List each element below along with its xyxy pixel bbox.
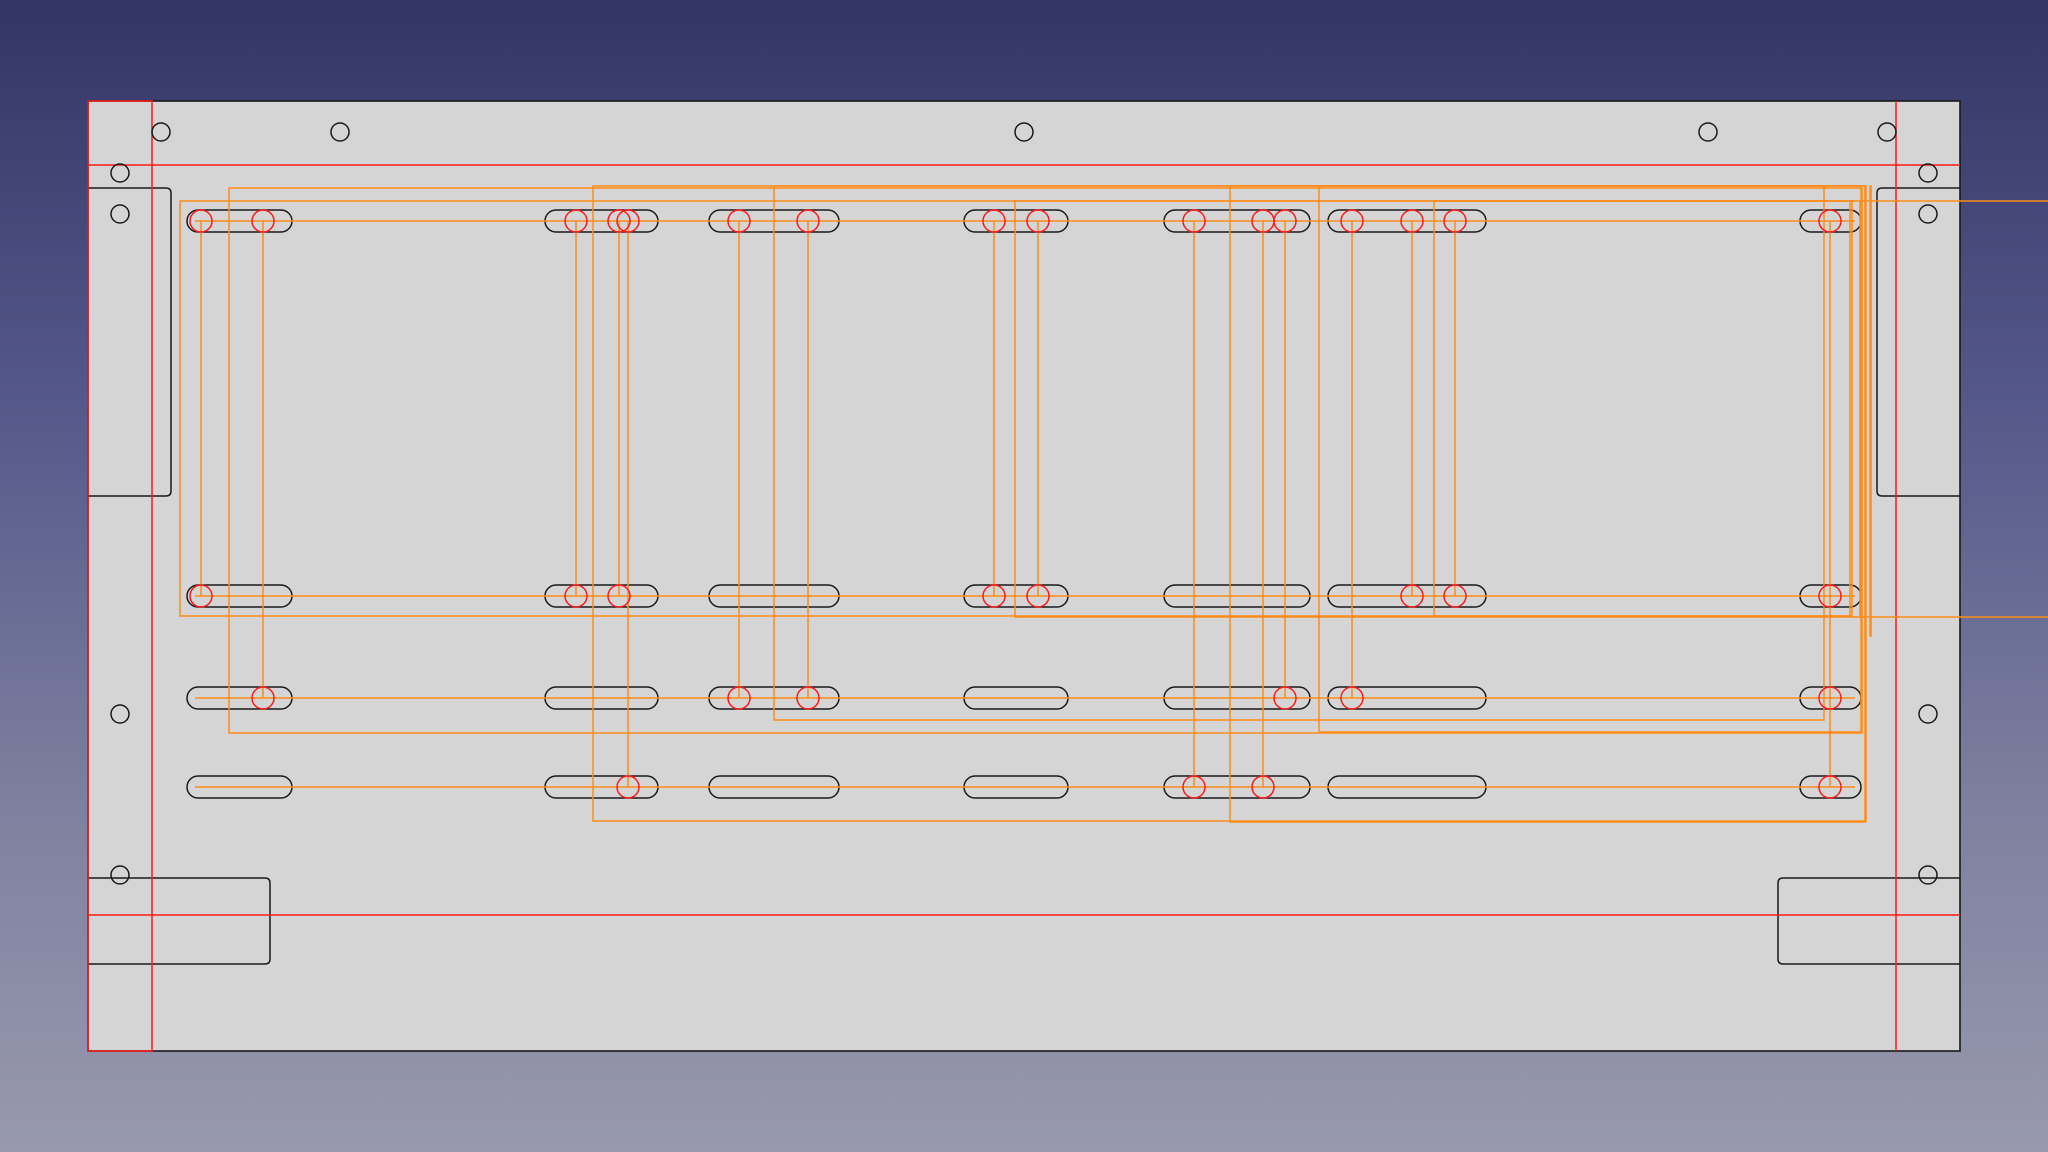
cad-viewport[interactable] bbox=[0, 0, 2048, 1152]
drawing-canvas[interactable] bbox=[0, 0, 2048, 1152]
panel-plate[interactable] bbox=[87, 100, 1961, 1052]
construction-rectangle bbox=[1869, 185, 1872, 637]
construction-rectangle bbox=[1859, 200, 1862, 618]
